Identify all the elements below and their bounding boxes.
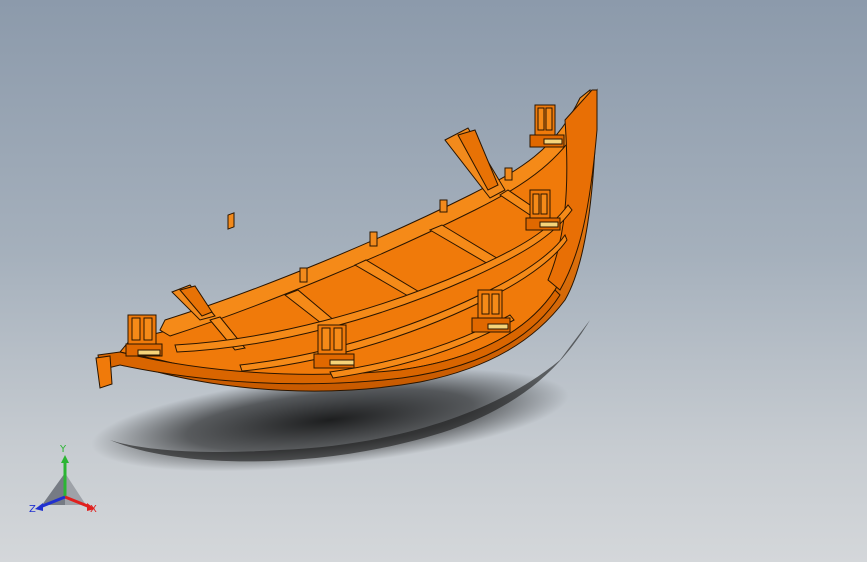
3d-part-model[interactable] xyxy=(0,0,867,562)
view-triad[interactable]: Y X Z xyxy=(20,445,110,525)
triad-z-label: Z xyxy=(29,504,36,515)
triad-y-label: Y xyxy=(60,444,67,455)
left-tab xyxy=(95,355,113,389)
graphics-viewport[interactable]: Y X Z xyxy=(0,0,867,562)
triad-x-label: X xyxy=(90,504,97,515)
snap-clip-5 xyxy=(529,104,565,148)
